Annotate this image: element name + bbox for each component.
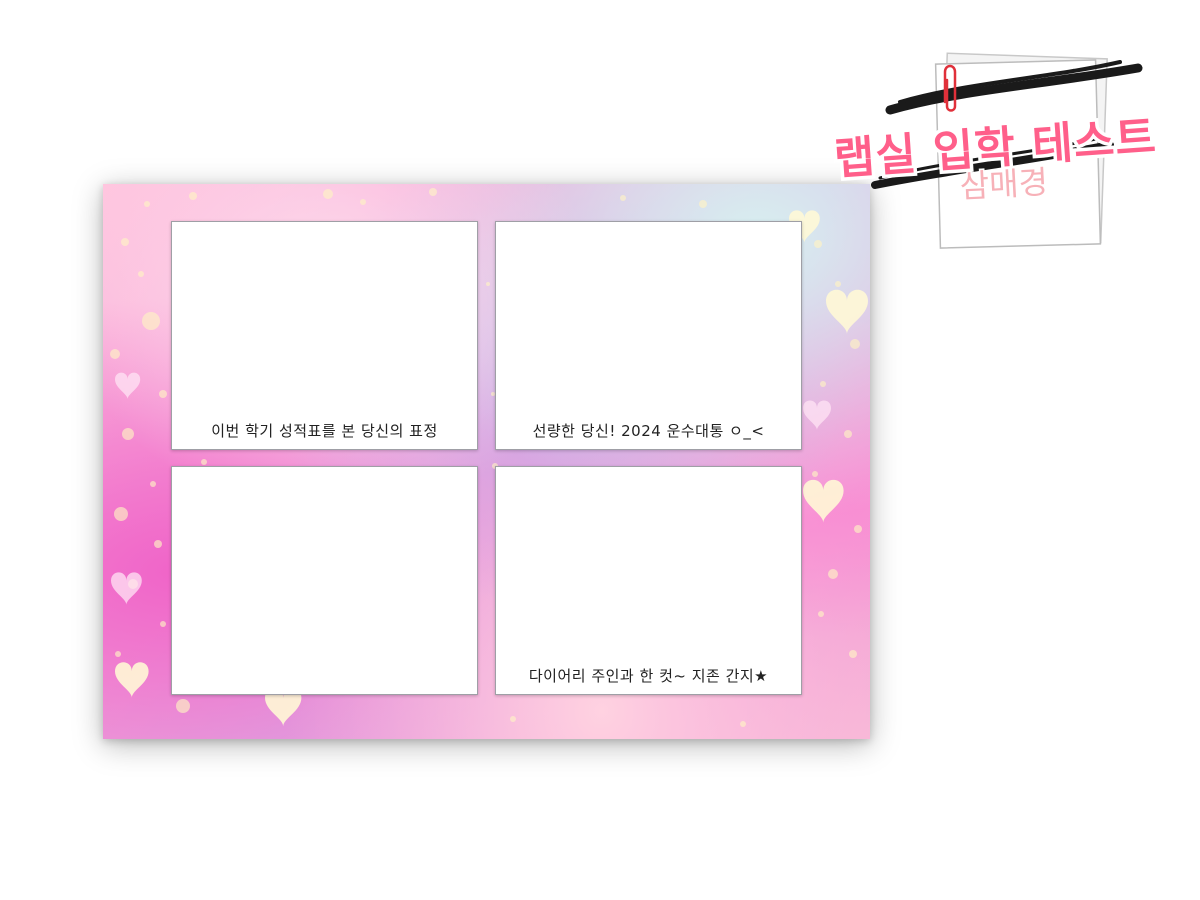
- photo-caption-2: 선량한 당신! 2024 운수대통 ㅇ_<: [532, 422, 765, 440]
- title-sticker: 랩실 입학 테스트 삼매경: [820, 50, 1200, 260]
- photo-frame-3: [171, 466, 478, 695]
- photo-frame-1: 이번 학기 성적표를 본 당신의 표정: [171, 221, 478, 450]
- collage-board: 이번 학기 성적표를 본 당신의 표정 선량한 당신! 2024 운수대통 ㅇ_…: [103, 184, 870, 739]
- photo-frame-4: 다이어리 주인과 한 컷~ 지존 간지★: [495, 466, 802, 695]
- photo-frame-2: 선량한 당신! 2024 운수대통 ㅇ_<: [495, 221, 802, 450]
- photo-caption-1: 이번 학기 성적표를 본 당신의 표정: [211, 422, 438, 440]
- photo-caption-4: 다이어리 주인과 한 컷~ 지존 간지★: [528, 667, 769, 685]
- title-sub: 삼매경: [959, 163, 1049, 206]
